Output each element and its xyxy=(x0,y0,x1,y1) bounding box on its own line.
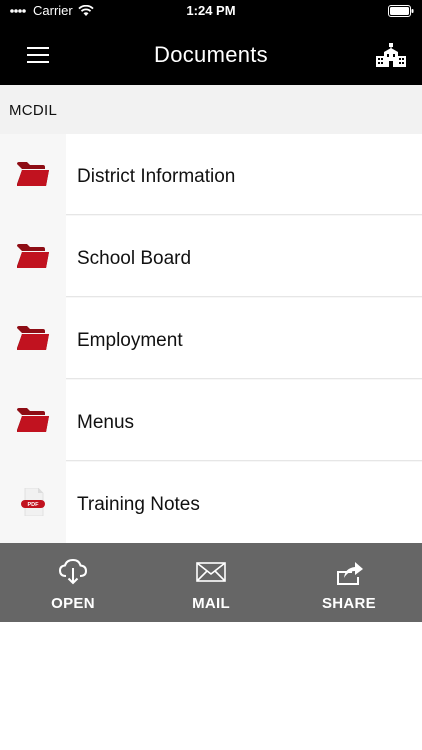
folder-icon xyxy=(17,244,49,268)
cloud-download-icon xyxy=(58,558,88,585)
list-item-label: Menus xyxy=(77,412,135,433)
list-item[interactable]: District Information xyxy=(0,134,422,215)
list-item[interactable]: Menus xyxy=(0,380,422,461)
nav-bar: Documents xyxy=(0,22,422,85)
open-button[interactable]: OPEN xyxy=(13,543,133,622)
folder-icon xyxy=(17,408,49,432)
list-item[interactable]: PDF Training Notes xyxy=(0,462,422,543)
school-icon[interactable] xyxy=(376,43,406,67)
section-header: MCDIL xyxy=(0,85,422,134)
list-item-label: Employment xyxy=(77,330,183,351)
mail-button[interactable]: MAIL xyxy=(151,543,271,622)
open-label: OPEN xyxy=(51,595,95,612)
share-label: SHARE xyxy=(321,595,376,612)
page-title: Documents xyxy=(154,42,268,67)
document-list: District Information School Board Employ… xyxy=(0,134,422,543)
share-button[interactable]: SHARE xyxy=(289,543,409,622)
pdf-icon: PDF xyxy=(21,488,45,516)
status-bar: Carrier 1:24 PM xyxy=(0,0,422,22)
status-time: 1:24 PM xyxy=(186,3,236,18)
folder-icon xyxy=(17,162,49,186)
list-item-label: District Information xyxy=(77,166,236,187)
share-icon xyxy=(337,562,363,585)
section-label: MCDIL xyxy=(9,102,58,119)
list-item[interactable]: School Board xyxy=(0,216,422,297)
list-item[interactable]: Employment xyxy=(0,298,422,379)
mail-label: MAIL xyxy=(192,595,230,612)
action-toolbar: OPEN MAIL SHARE xyxy=(0,543,422,622)
mail-icon xyxy=(196,562,226,582)
folder-icon xyxy=(17,326,49,350)
list-item-label: Training Notes xyxy=(77,494,200,515)
pdf-badge: PDF xyxy=(28,502,40,508)
list-item-label: School Board xyxy=(77,248,192,269)
battery-icon xyxy=(388,4,414,22)
